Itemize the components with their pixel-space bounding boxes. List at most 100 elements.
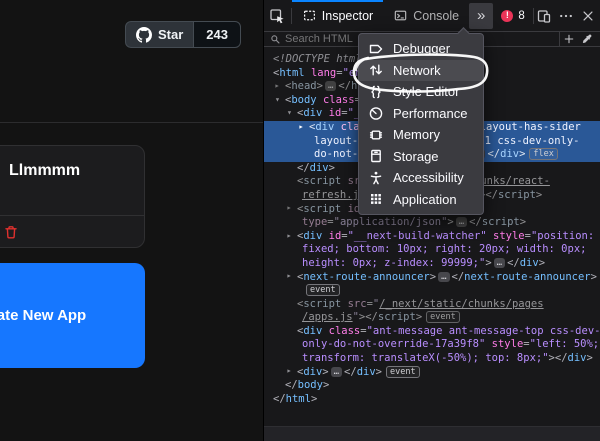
markup-line[interactable]: </body> <box>264 379 600 393</box>
responsive-design-mode-button[interactable] <box>534 0 556 31</box>
tab-inspector[interactable]: Inspector <box>292 0 383 31</box>
code-token: > <box>329 162 335 174</box>
inline-expand-badge[interactable]: … <box>438 272 449 282</box>
markup-line[interactable]: type="application/json">…</script> <box>264 216 600 230</box>
responsive-design-icon <box>536 8 552 24</box>
color-picker-button[interactable] <box>578 33 596 45</box>
tab-console[interactable]: Console <box>383 0 469 31</box>
code-token: ></ <box>549 352 568 364</box>
create-new-app-button[interactable]: Create New App <box>0 263 145 368</box>
code-token: </ <box>297 162 310 174</box>
code-token: html <box>286 393 311 405</box>
inline-expand-badge[interactable]: … <box>325 81 336 91</box>
meatball-menu-icon <box>558 8 574 24</box>
menu-item-debugger[interactable]: Debugger <box>359 38 483 60</box>
code-token: div <box>303 366 322 378</box>
web-page-pane: Star 243 Llmmmm Create New Ap <box>0 0 263 441</box>
element-picker-button[interactable] <box>264 0 291 31</box>
tab-console-label: Console <box>413 9 459 23</box>
more-tools-expander-button[interactable]: » <box>469 3 493 29</box>
menu-item-label: Performance <box>393 106 467 121</box>
collapse-twisty-icon[interactable]: ▶ <box>284 111 295 114</box>
markup-line[interactable]: ▶<next-route-announcer>…</next-route-ann… <box>264 271 600 285</box>
menu-item-memory[interactable]: Memory <box>359 124 483 146</box>
code-token: > <box>317 80 323 92</box>
inspector-icon <box>302 8 317 23</box>
code-token: type <box>302 216 327 228</box>
code-token: body <box>291 94 316 106</box>
inline-expand-badge[interactable]: … <box>456 217 467 227</box>
markup-line[interactable]: height: 0px; z-index: 99999;">…</div> <box>264 257 600 271</box>
collapse-twisty-icon[interactable]: ▶ <box>272 98 283 101</box>
markup-line[interactable]: /apps.js"></script>event <box>264 311 600 325</box>
add-rule-button[interactable] <box>560 33 578 45</box>
code-token: div <box>500 148 519 160</box>
expand-twisty-icon[interactable]: ▶ <box>275 81 278 92</box>
code-token: </ <box>487 148 500 160</box>
expand-twisty-icon[interactable]: ▶ <box>287 367 290 378</box>
tab-inspector-label: Inspector <box>322 9 373 23</box>
event-badge[interactable]: event <box>386 366 420 378</box>
github-star-count[interactable]: 243 <box>193 21 241 48</box>
expand-twisty-icon[interactable]: ▶ <box>299 122 302 133</box>
code-token: "left: 50%; <box>530 338 600 350</box>
event-badge[interactable]: event <box>426 311 460 323</box>
code-token: fixed; bottom: 10px; right: 20px; width:… <box>302 243 586 255</box>
devtools-options-button[interactable] <box>555 0 577 31</box>
code-token: > <box>416 311 422 323</box>
code-token: only-do-not-override-17a39f8" <box>302 338 485 350</box>
menu-item-network[interactable]: Network <box>359 60 483 82</box>
markup-line[interactable]: fixed; bottom: 10px; right: 20px; width:… <box>264 243 600 257</box>
code-token: </ <box>273 393 286 405</box>
markup-line[interactable]: <div class="ant-message ant-message-top … <box>264 325 600 339</box>
close-devtools-button[interactable] <box>577 0 600 31</box>
code-token: "ant-message ant-message-top css-dev- <box>367 325 600 337</box>
code-token: id <box>329 107 342 119</box>
expand-twisty-icon[interactable]: ▶ <box>287 204 290 215</box>
eyedropper-icon <box>581 33 593 45</box>
markup-line[interactable]: transform: translateX(-50%); top: 8px;">… <box>264 352 600 366</box>
github-star-button[interactable]: Star <box>125 21 194 48</box>
expand-twisty-icon[interactable]: ▶ <box>287 272 290 283</box>
code-token: style <box>492 338 524 350</box>
plus-icon <box>563 33 575 45</box>
code-token: </ <box>507 257 520 269</box>
code-token: <!DOCTYPE html> <box>273 53 368 65</box>
menu-item-storage[interactable]: Storage <box>359 146 483 168</box>
code-token: class <box>329 325 361 337</box>
inline-expand-badge[interactable]: … <box>331 367 342 377</box>
markup-line[interactable]: ▶<div id="__next-build-watcher" style="p… <box>264 230 600 244</box>
delete-app-button[interactable] <box>4 224 20 240</box>
markup-line[interactable]: ▶<div>…</div>event <box>264 366 600 380</box>
code-token: script <box>482 216 520 228</box>
menu-item-style-editor[interactable]: Style Editor <box>359 81 483 103</box>
code-token: </ <box>344 366 357 378</box>
markup-line[interactable]: event <box>264 284 600 298</box>
flex-badge[interactable]: flex <box>529 148 557 160</box>
app-card: Llmmmm <box>0 145 145 248</box>
accessibility-icon <box>368 170 384 186</box>
code-token: ></ <box>359 311 378 323</box>
devtools-toolbar: Inspector Console » ! 8 <box>264 0 600 32</box>
event-badge[interactable]: event <box>306 284 340 296</box>
error-count-value: 8 <box>518 10 524 22</box>
memory-icon <box>368 127 384 143</box>
code-token: div <box>568 352 587 364</box>
code-token: "__next-build-watcher" <box>348 230 487 242</box>
inline-expand-badge[interactable]: … <box>494 258 505 268</box>
menu-item-performance[interactable]: Performance <box>359 103 483 125</box>
code-token: lang <box>311 67 336 79</box>
code-token: div <box>315 121 334 133</box>
github-star-label: Star <box>158 27 183 42</box>
menu-item-application[interactable]: Application <box>359 189 483 211</box>
github-star-widget[interactable]: Star 243 <box>125 21 241 48</box>
expand-twisty-icon[interactable]: ▶ <box>287 231 290 242</box>
code-token: </ <box>338 80 351 92</box>
error-count-badge[interactable]: ! 8 <box>493 0 532 31</box>
menu-item-accessibility[interactable]: Accessibility <box>359 167 483 189</box>
code-token: next-route-announcer <box>303 271 429 283</box>
code-token: height: 0px; z-index: 99999;" <box>302 257 485 269</box>
markup-line[interactable]: only-do-not-override-17a39f8" style="lef… <box>264 338 600 352</box>
markup-line[interactable]: </html> <box>264 393 600 407</box>
markup-line[interactable]: <script src="/_next/static/chunks/pages <box>264 298 600 312</box>
